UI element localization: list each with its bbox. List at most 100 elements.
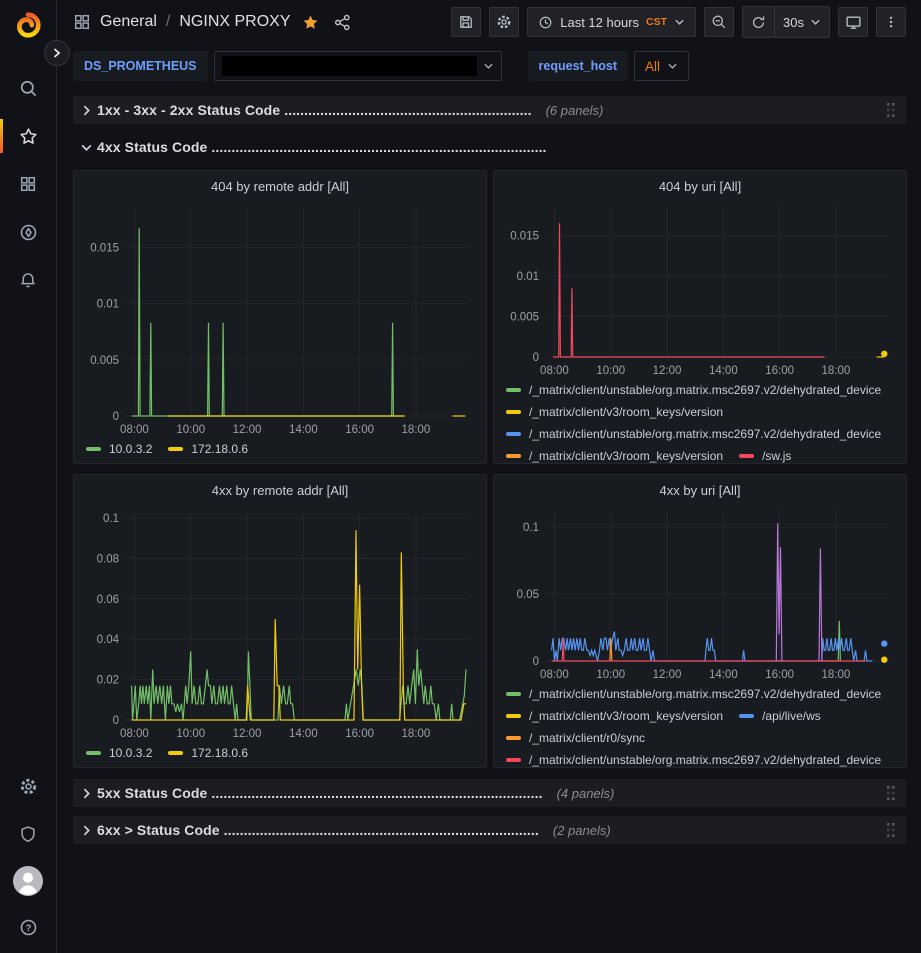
svg-text:0.04: 0.04 [97, 634, 120, 646]
svg-text:08:00: 08:00 [120, 728, 149, 740]
svg-text:10:00: 10:00 [176, 728, 205, 740]
svg-text:12:00: 12:00 [233, 728, 262, 740]
legend-swatch [168, 751, 183, 755]
page-title[interactable]: NGINX PROXY [179, 13, 290, 31]
monitor-icon [845, 14, 862, 31]
legend-item[interactable]: /_matrix/client/v3/room_keys/version [506, 445, 723, 463]
legend-item[interactable]: 10.0.3.2 [86, 742, 152, 764]
kebab-menu-icon [884, 15, 898, 29]
svg-text:08:00: 08:00 [540, 365, 569, 377]
sidebar-item-help[interactable]: ? [0, 904, 56, 951]
refresh-interval-select[interactable]: 30s [774, 7, 829, 37]
legend-label: 172.18.0.6 [191, 442, 248, 456]
row-panel-count: (4 panels) [557, 786, 615, 801]
row-drag-handle[interactable] [886, 785, 896, 801]
sidebar-item-configuration[interactable] [0, 763, 56, 810]
main-area: General / NGINX PROXY [57, 0, 921, 953]
legend-item[interactable]: /_matrix/client/v3/room_keys/version [506, 401, 723, 423]
shield-icon [19, 825, 37, 843]
row-1xx-3xx-2xx-status-code[interactable]: 1xx - 3xx - 2xx Status Code ............… [73, 96, 906, 124]
cycle-view-mode-button[interactable] [838, 7, 868, 37]
legend-swatch [506, 758, 521, 762]
sidebar-item-server-admin[interactable] [0, 810, 56, 857]
panel-title[interactable]: 4xx by uri [All] [502, 480, 898, 503]
row-4xx-status-code[interactable]: 4xx Status Code ........................… [73, 133, 906, 161]
variable-select-request-host[interactable]: All [634, 51, 689, 81]
row-drag-handle[interactable] [886, 822, 896, 838]
share-icon[interactable] [334, 14, 351, 31]
row-drag-handle[interactable] [886, 102, 896, 118]
panel-title[interactable]: 4xx by remote addr [All] [82, 480, 478, 504]
legend-item[interactable]: /sw.js [739, 445, 791, 463]
sidebar-item-starred[interactable] [0, 112, 56, 160]
favorite-star-icon[interactable] [302, 14, 319, 31]
legend-item[interactable]: 172.18.0.6 [168, 438, 248, 460]
legend-swatch [739, 454, 754, 458]
refresh-picker: 30s [742, 6, 830, 38]
legend-item[interactable]: /_matrix/client/unstable/org.matrix.msc2… [506, 683, 881, 705]
legend-item[interactable]: 172.18.0.6 [168, 742, 248, 764]
sidebar-item-dashboards[interactable] [0, 160, 56, 208]
chevron-down-icon [674, 17, 685, 28]
svg-text:16:00: 16:00 [345, 728, 374, 740]
chart-legend: 10.0.3.2 172.18.0.6 [82, 438, 478, 460]
sidebar-item-explore[interactable] [0, 208, 56, 256]
svg-text:10:00: 10:00 [176, 424, 205, 436]
svg-text:0: 0 [113, 715, 119, 727]
variable-select-ds[interactable] [214, 51, 502, 81]
sidebar-item-profile[interactable] [0, 857, 56, 904]
legend-item[interactable]: /_matrix/client/r0/sync [506, 727, 645, 749]
clock-icon [538, 15, 553, 30]
legend-label: /_matrix/client/v3/room_keys/version [529, 709, 723, 723]
legend-item[interactable]: /_matrix/client/unstable/org.matrix.msc2… [506, 379, 881, 401]
dashboard-settings-button[interactable] [489, 7, 519, 37]
legend-item[interactable]: /_matrix/client/unstable/org.matrix.msc2… [506, 423, 881, 445]
legend-label: /_matrix/client/unstable/org.matrix.msc2… [529, 427, 881, 441]
legend-item[interactable]: /_matrix/client/v3/room_keys/version [506, 705, 723, 727]
save-icon [458, 14, 474, 30]
svg-text:18:00: 18:00 [822, 669, 851, 681]
more-options-button[interactable] [876, 7, 906, 37]
legend-label: /sw.js [762, 449, 791, 463]
breadcrumb-folder[interactable]: General [100, 13, 157, 31]
legend-item[interactable]: /api/live/ws [739, 705, 821, 727]
legend-item[interactable]: /_matrix/client/unstable/org.matrix.msc2… [506, 749, 881, 767]
sidebar-item-search[interactable] [0, 64, 56, 112]
legend-label: /_matrix/client/v3/room_keys/version [529, 405, 723, 419]
svg-text:0.015: 0.015 [510, 230, 539, 242]
panel-title[interactable]: 404 by remote addr [All] [82, 176, 478, 200]
chart-404-by-remote-addr[interactable]: 00.0050.010.01508:0010:0012:0014:0016:00… [82, 200, 478, 438]
legend-item[interactable]: 10.0.3.2 [86, 438, 152, 460]
variable-label-request-host: request_host [528, 51, 629, 81]
save-dashboard-button[interactable] [451, 7, 481, 37]
sidebar-item-alerting[interactable] [0, 256, 56, 304]
chevron-right-icon [81, 788, 97, 799]
svg-text:14:00: 14:00 [709, 365, 738, 377]
row-6xx-status-code[interactable]: 6xx > Status Code ......................… [73, 816, 906, 844]
svg-text:0.01: 0.01 [97, 299, 119, 311]
refresh-button[interactable] [743, 7, 774, 37]
svg-text:08:00: 08:00 [120, 424, 149, 436]
sidebar-expand-button[interactable] [44, 40, 70, 66]
svg-text:14:00: 14:00 [289, 424, 318, 436]
legend-label: 10.0.3.2 [109, 442, 152, 456]
zoom-out-icon [711, 14, 727, 30]
grafana-logo-icon[interactable] [13, 10, 43, 40]
panel-4xx-by-remote-addr: 4xx by remote addr [All] 00.020.040.060.… [73, 474, 487, 768]
row-5xx-status-code[interactable]: 5xx Status Code ........................… [73, 779, 906, 807]
grafana-app: ? General / NGINX PROXY [0, 0, 921, 953]
chart-404-by-uri[interactable]: 00.0050.010.01508:0010:0012:0014:0016:00… [502, 199, 898, 379]
svg-text:14:00: 14:00 [709, 669, 738, 681]
timezone-label: CST [646, 16, 667, 28]
legend-swatch [506, 410, 521, 414]
chart-4xx-by-remote-addr[interactable]: 00.020.040.060.080.108:0010:0012:0014:00… [82, 504, 478, 742]
compass-icon [19, 223, 38, 242]
row-panel-count: (6 panels) [546, 103, 604, 118]
panel-title[interactable]: 404 by uri [All] [502, 176, 898, 199]
chart-4xx-by-uri[interactable]: 00.050.108:0010:0012:0014:0016:0018:00 [502, 503, 898, 683]
row-title: 1xx - 3xx - 2xx Status Code ............… [97, 102, 532, 118]
svg-text:0: 0 [533, 352, 539, 364]
chevron-down-icon [667, 61, 678, 72]
time-range-picker[interactable]: Last 12 hours CST [527, 7, 696, 37]
zoom-out-button[interactable] [704, 7, 734, 37]
